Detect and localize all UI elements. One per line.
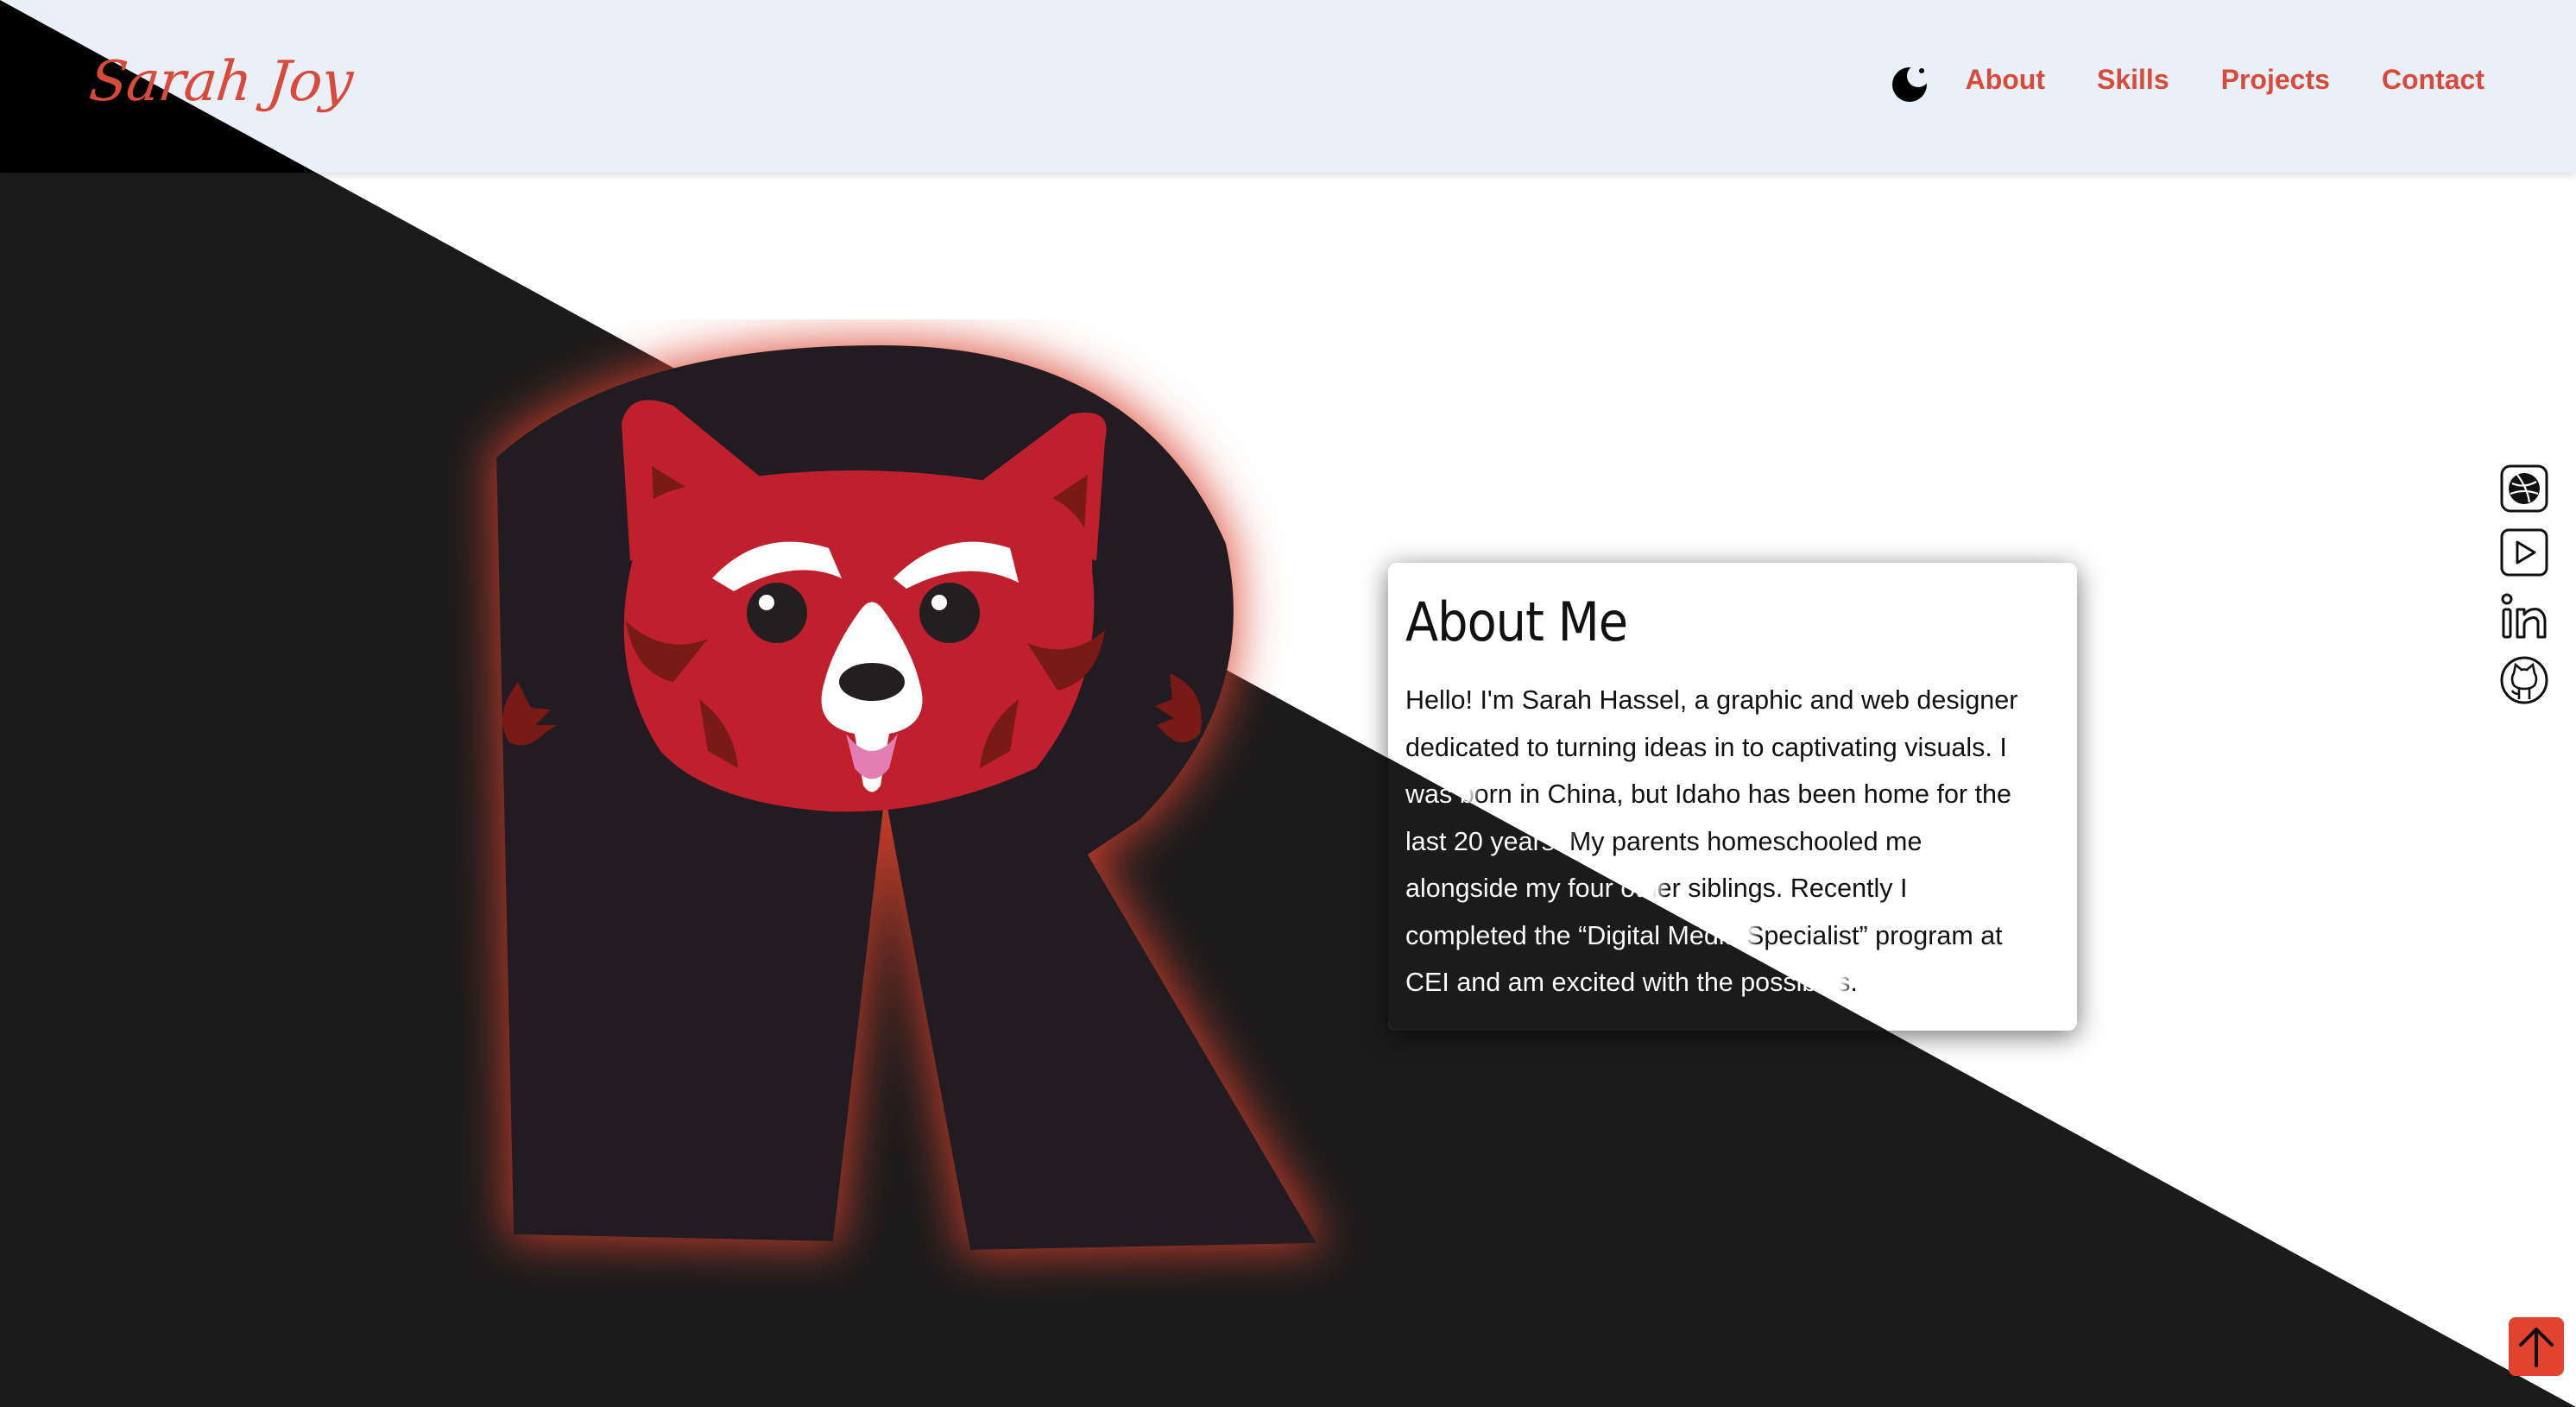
github-icon[interactable] <box>2498 654 2550 706</box>
about-line: dedicated to turning ideas in to captiva… <box>1405 732 2007 762</box>
scroll-to-top-button[interactable] <box>2509 1317 2564 1376</box>
about-line: was born in China, but Idaho has been ho… <box>1405 771 2061 818</box>
about-text: Hello! I'm Sarah Hassel, a graphic and w… <box>1405 677 2061 1006</box>
social-links <box>2498 463 2550 706</box>
about-line: completed the “Digital Media Specialist”… <box>1405 912 2061 960</box>
dribbble-icon[interactable] <box>2498 463 2550 514</box>
moon-icon[interactable] <box>1887 59 1935 107</box>
red-panda-r-mascot <box>496 345 1316 1250</box>
site-logo[interactable]: Sarah Joy <box>86 50 355 114</box>
youtube-play-icon[interactable] <box>2498 527 2550 578</box>
main-nav: About Skills Projects Contact <box>1966 57 2484 102</box>
linkedin-icon[interactable] <box>2498 590 2550 642</box>
about-title: About Me <box>1405 590 1628 653</box>
about-line: last 20 years. My parents homeschooled m… <box>1405 818 2061 866</box>
nav-contact[interactable]: Contact <box>2382 57 2484 102</box>
about-card: About Me Hello! I'm Sarah Hassel, a grap… <box>1388 563 2077 1031</box>
about-line: CEI and am excited with the possibles. <box>1405 959 2061 1006</box>
about-line: Hello! I'm Sarah Hassel, a graphic and w… <box>1405 685 2018 715</box>
nav-skills[interactable]: Skills <box>2097 57 2169 102</box>
about-line: alongside my four other siblings. Recent… <box>1405 865 2061 912</box>
nav-about[interactable]: About <box>1966 57 2045 102</box>
arrow-up-icon <box>2519 1328 2554 1367</box>
nav-projects[interactable]: Projects <box>2221 57 2330 102</box>
